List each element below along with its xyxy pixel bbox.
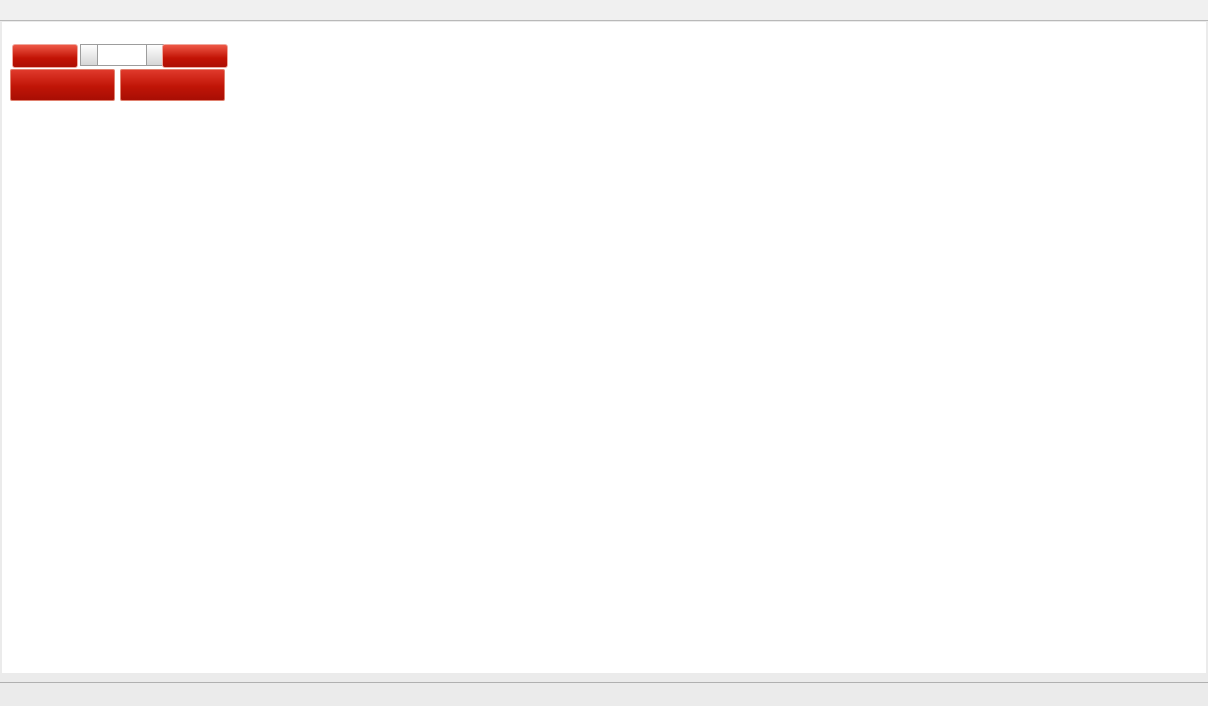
volume-decrease-button[interactable] — [80, 44, 98, 66]
buy-button[interactable] — [162, 44, 228, 68]
volume-stepper — [80, 44, 164, 66]
chart-title — [12, 26, 23, 40]
chart-tab-bar — [0, 682, 1208, 706]
chart-canvas[interactable] — [0, 0, 1208, 706]
sell-price-tile[interactable] — [10, 69, 115, 101]
buy-price-tile[interactable] — [120, 69, 225, 101]
one-click-trading-widget — [10, 44, 228, 102]
volume-input[interactable] — [98, 44, 146, 66]
sell-button[interactable] — [12, 44, 78, 68]
trading-platform-window — [0, 0, 1208, 706]
